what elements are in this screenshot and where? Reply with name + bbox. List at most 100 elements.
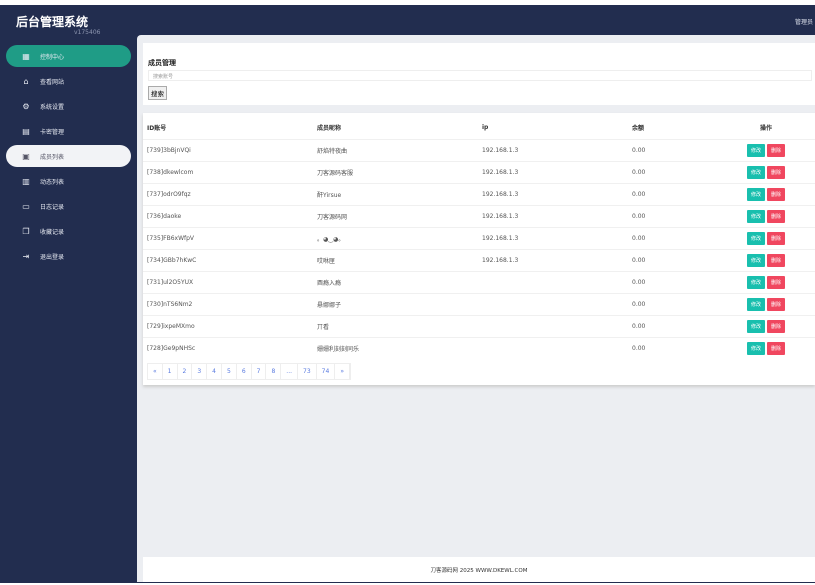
page-link[interactable]: ... [281,364,299,379]
sidebar-item-5[interactable]: ▥ 动态列表 [6,170,131,192]
edit-button[interactable]: 修改 [747,231,766,245]
sidebar-item-label: 控制中心 [40,53,65,61]
sidebar-item-6[interactable]: ▭ 日志记录 [6,195,131,217]
col-actions: 操作 [759,125,772,133]
app-frame: 后台管理系统 v175406 管理员 ▦ 控制中心 ⌂ 查看网站 ⚙ 系统设置 ▤ 卡密管理 ▣… [0,5,815,583]
delete-button[interactable]: 删除 [766,253,785,267]
cell-3: 0.00 [628,182,713,205]
cell-2: 192.168.1.3 [478,226,628,249]
cell-3: 0.00 [628,336,713,359]
sidebar-item-2[interactable]: ⚙ 系统设置 [6,95,131,117]
col-ip: ip [482,124,489,132]
search-input[interactable]: 搜索账号 [148,70,812,81]
sidebar-item-4[interactable]: ▣ 成员列表 [6,145,131,167]
pagination: «1 2 3 4 5 6 7 8... 73 74» [147,363,351,380]
delete-button[interactable]: 删除 [766,341,785,355]
sidebar: ▦ 控制中心 ⌂ 查看网站 ⚙ 系统设置 ▤ 卡密管理 ▣ 成员列表 ▥ 动态列表 ▭ 日志记录 ❐ 收藏记录… [6,45,131,270]
sidebar-item-3[interactable]: ▤ 卡密管理 [6,120,131,142]
table-icon: ▥ [22,176,30,186]
sidebar-item-label: 成员列表 [40,153,65,161]
page-link[interactable]: 2 [178,364,193,379]
sidebar-item-label: 卡密管理 [40,128,65,136]
cell-3: 0.00 [628,270,713,293]
user-menu[interactable]: 管理员 [795,17,813,26]
cell-1: 。◕‿◕。 [313,226,478,249]
cell-0: [729]ixpeMXmo [143,314,313,337]
sidebar-item-label: 日志记录 [40,203,65,211]
delete-button[interactable]: 删除 [766,165,785,179]
edit-button[interactable]: 修改 [747,341,766,355]
cell-1: 丌看 [313,314,478,337]
page-link[interactable]: 73 [298,364,317,379]
page-link[interactable]: 1 [163,364,178,379]
cell-1: 舒焰特夜曲 [313,138,478,161]
edit-button[interactable]: 修改 [747,143,766,157]
page-link[interactable]: 3 [192,364,208,379]
cell-1: 哎咻匣 [313,248,478,271]
edit-button[interactable]: 修改 [747,275,766,289]
members-table: ID账号 成员昵称 ip 余额 操作 [739]3bBjnVQi 舒焰特夜曲 192… [143,117,815,359]
cell-0: [736]daoke [143,204,313,227]
page-link[interactable]: 4 [207,364,222,379]
delete-button[interactable]: 删除 [766,319,785,333]
table-row: [729]ixpeMXmo 丌看 0.00 修改 删除 [143,314,815,337]
sidebar-item-label: 收藏记录 [40,228,65,236]
delete-button[interactable]: 删除 [766,231,785,245]
app-version: v175406 [74,29,101,36]
page-link[interactable]: 74 [317,364,336,379]
table-row: [736]daoke 刀客源码网 192.168.1.3 0.00 修改 删除 [143,204,815,227]
page-link[interactable]: 5 [222,364,237,379]
cell-0: [728]Ge9pNHSc [143,336,313,359]
edit-button[interactable]: 修改 [747,165,766,179]
page-link[interactable]: 6 [237,364,252,379]
actions-cell: 修改 删除 [713,160,815,183]
sidebar-item-8[interactable]: ⇥ 退出登录 [6,245,131,267]
sidebar-item-7[interactable]: ❐ 收藏记录 [6,220,131,242]
cell-1: 酐Yirsue [313,182,478,205]
edit-button[interactable]: 修改 [747,297,766,311]
cell-0: [735]FB6xWfpV [143,226,313,249]
edit-button[interactable]: 修改 [747,319,766,333]
sidebar-item-0[interactable]: ▦ 控制中心 [6,45,131,67]
edit-button[interactable]: 修改 [747,187,766,201]
cell-3: 0.00 [628,226,713,249]
table-row: [728]Ge9pNHSc 姗姗利刻刻同乐 0.00 修改 删除 [143,336,815,359]
delete-button[interactable]: 删除 [766,187,785,201]
delete-button[interactable]: 删除 [766,297,785,311]
cell-2 [478,292,628,315]
table-row: [730]nTS6Nm2 悬娜娜子 0.00 修改 删除 [143,292,815,315]
delete-button[interactable]: 删除 [766,209,785,223]
sidebar-item-label: 动态列表 [40,178,65,186]
cell-2: 192.168.1.3 [478,248,628,271]
cell-3: 0.00 [628,160,713,183]
sidebar-item-label: 系统设置 [40,103,65,111]
cell-3: 0.00 [628,138,713,161]
actions-cell: 修改 删除 [713,248,815,271]
delete-button[interactable]: 删除 [766,143,785,157]
gear-icon: ⚙ [22,101,30,111]
search-button[interactable]: 搜索 [148,86,167,100]
cell-0: [731]ul2O5YUX [143,270,313,293]
page-link[interactable]: » [335,364,350,379]
cell-2: 192.168.1.3 [478,138,628,161]
table-row: [735]FB6xWfpV 。◕‿◕。 192.168.1.3 0.00 修改 删除 [143,226,815,249]
cell-3: 0.00 [628,292,713,315]
search-card: 成员管理 搜索账号 搜索 [143,43,815,105]
col-nickname: 成员昵称 [317,125,342,133]
actions-cell: 修改 删除 [713,204,815,227]
cell-3: 0.00 [628,204,713,227]
delete-button[interactable]: 删除 [766,275,785,289]
table-row: [738]dkewlcom 刀客源码客服 192.168.1.3 0.00 修改 删除 [143,160,815,183]
cell-2 [478,314,628,337]
page-link[interactable]: 8 [266,364,282,379]
edit-button[interactable]: 修改 [747,209,766,223]
page-link[interactable]: « [148,364,163,379]
cell-1: 刀客源码网 [313,204,478,227]
sidebar-item-1[interactable]: ⌂ 查看网站 [6,70,131,92]
edit-button[interactable]: 修改 [747,253,766,267]
page-link[interactable]: 7 [252,364,267,379]
contacts-icon: ▣ [22,151,30,161]
cell-0: [739]3bBjnVQi [143,138,313,161]
table-row: [734]GBb7hKwC 哎咻匣 192.168.1.3 0.00 修改 删除 [143,248,815,271]
actions-cell: 修改 删除 [713,314,815,337]
